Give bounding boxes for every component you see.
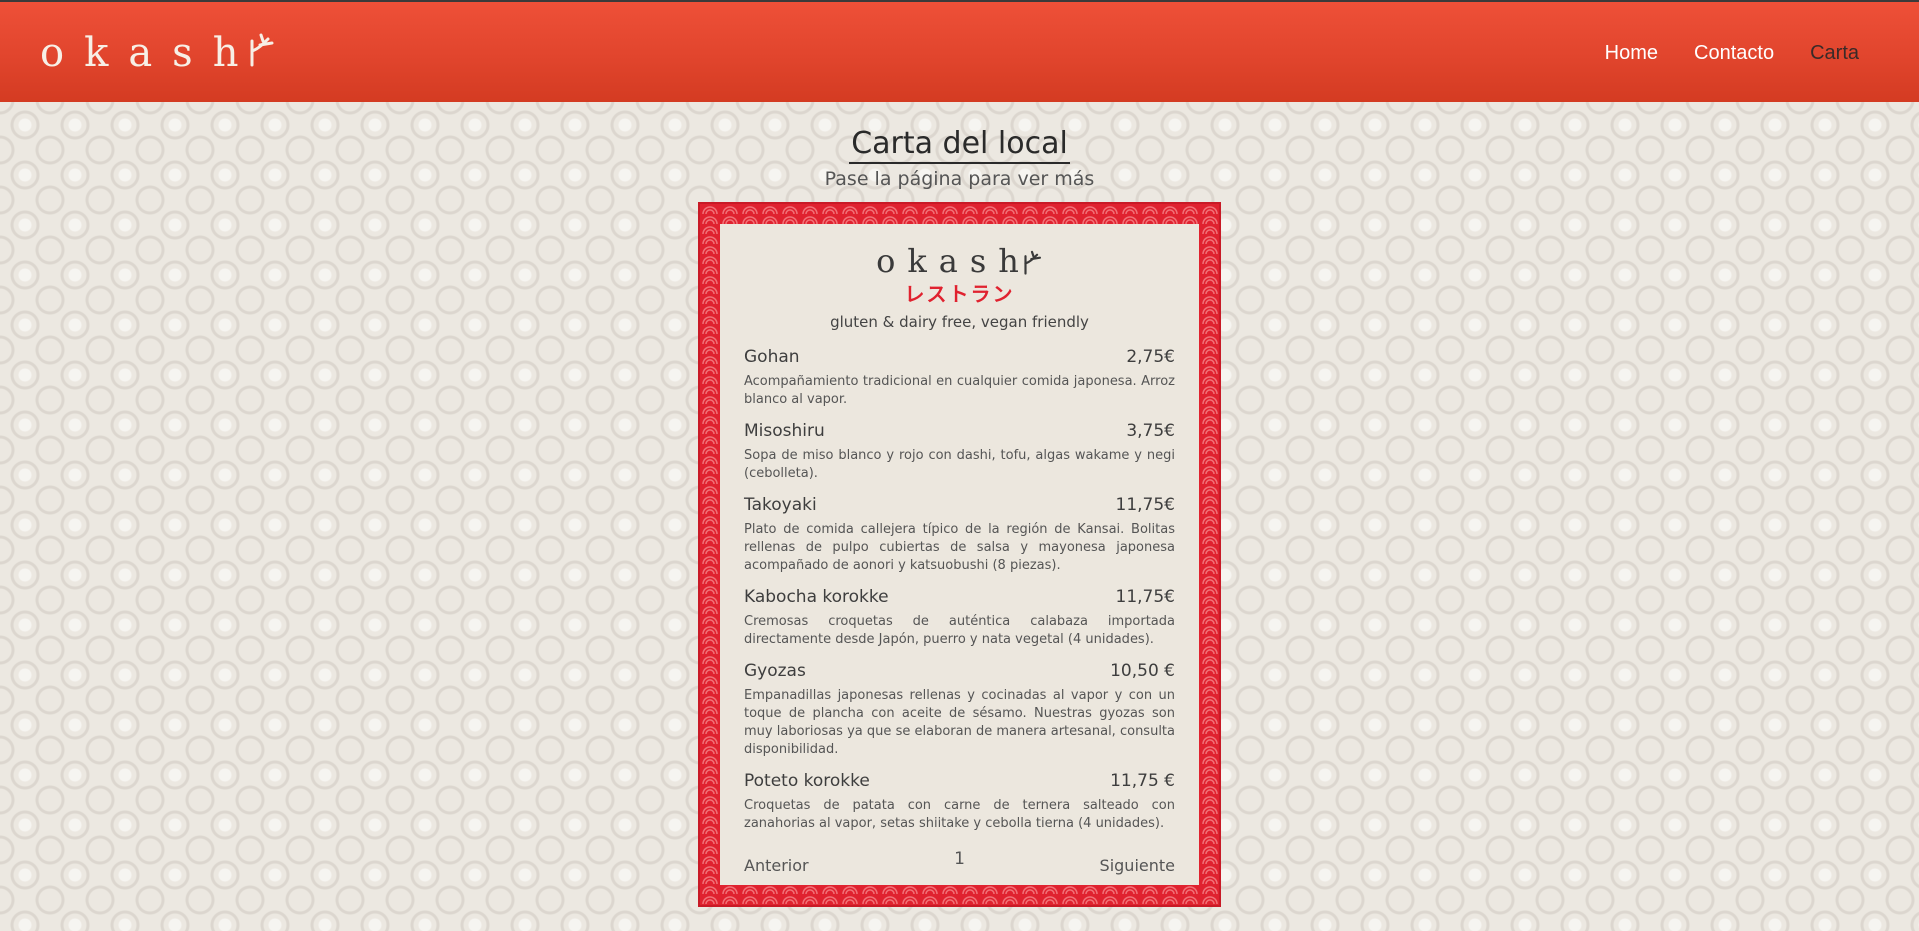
menu-item: Kabocha korokke 11,75€ Cremosas croqueta… bbox=[744, 587, 1175, 649]
item-desc: Croquetas de patata con carne de ternera… bbox=[744, 798, 1175, 831]
site-logo[interactable]: okash bbox=[40, 30, 276, 76]
item-price: 2,75€ bbox=[1126, 347, 1175, 367]
item-price: 11,75€ bbox=[1115, 495, 1175, 515]
item-name: Gyozas bbox=[744, 661, 806, 681]
menu-japanese-title: レストラン bbox=[904, 282, 1015, 306]
item-name: Misoshiru bbox=[744, 421, 825, 441]
item-price: 10,50 € bbox=[1110, 661, 1175, 681]
sprout-icon bbox=[1024, 250, 1041, 275]
nav-contacto[interactable]: Contacto bbox=[1694, 42, 1774, 65]
item-name: Gohan bbox=[744, 347, 800, 367]
page-subtitle: Pase la página para ver más bbox=[824, 168, 1095, 190]
page-title: Carta del local bbox=[849, 126, 1070, 164]
site-header: okash Home Contacto Carta bbox=[0, 0, 1919, 102]
logo-text: okash bbox=[40, 30, 259, 76]
item-price: 3,75€ bbox=[1126, 421, 1175, 441]
nav-home[interactable]: Home bbox=[1605, 42, 1658, 65]
menu-item: Poteto korokke 11,75 € Croquetas de pata… bbox=[744, 771, 1175, 833]
item-name: Takoyaki bbox=[744, 495, 817, 515]
menu-logo: okash bbox=[744, 242, 1175, 280]
menu-item: Gyozas 10,50 € Empanadillas japonesas re… bbox=[744, 661, 1175, 759]
item-desc: Plato de comida callejera típico de la r… bbox=[744, 522, 1175, 573]
item-name: Kabocha korokke bbox=[744, 587, 889, 607]
page-title-wrap: Carta del local bbox=[0, 126, 1919, 164]
menu-frame: okash レストラン gluten & dairy free, vegan f… bbox=[698, 202, 1221, 907]
item-desc: Sopa de miso blanco y rojo con dashi, to… bbox=[744, 448, 1175, 481]
item-price: 11,75 € bbox=[1110, 771, 1175, 791]
next-page-button[interactable]: Siguiente bbox=[1100, 856, 1175, 875]
nav-carta[interactable]: Carta bbox=[1810, 42, 1859, 65]
menu-item: Misoshiru 3,75€ Sopa de miso blanco y ro… bbox=[744, 421, 1175, 483]
menu-pager: Anterior 1 Siguiente bbox=[744, 849, 1175, 875]
page-number: 1 bbox=[954, 849, 965, 869]
main-nav: Home Contacto Carta bbox=[1605, 42, 1859, 65]
menu-logo-text: okash bbox=[876, 242, 1031, 280]
menu-item: Takoyaki 11,75€ Plato de comida callejer… bbox=[744, 495, 1175, 575]
menu-tagline: gluten & dairy free, vegan friendly bbox=[830, 313, 1089, 331]
item-price: 11,75€ bbox=[1115, 587, 1175, 607]
item-desc: Cremosas croquetas de auténtica calabaza… bbox=[744, 614, 1175, 647]
item-desc: Empanadillas japonesas rellenas y cocina… bbox=[744, 688, 1175, 757]
sprout-icon bbox=[250, 33, 274, 67]
item-name: Poteto korokke bbox=[744, 771, 870, 791]
item-desc: Acompañamiento tradicional en cualquier … bbox=[744, 374, 1175, 407]
prev-page-button[interactable]: Anterior bbox=[744, 856, 809, 875]
menu-item: Gohan 2,75€ Acompañamiento tradicional e… bbox=[744, 347, 1175, 409]
menu-card: okash レストラン gluten & dairy free, vegan f… bbox=[720, 224, 1199, 885]
